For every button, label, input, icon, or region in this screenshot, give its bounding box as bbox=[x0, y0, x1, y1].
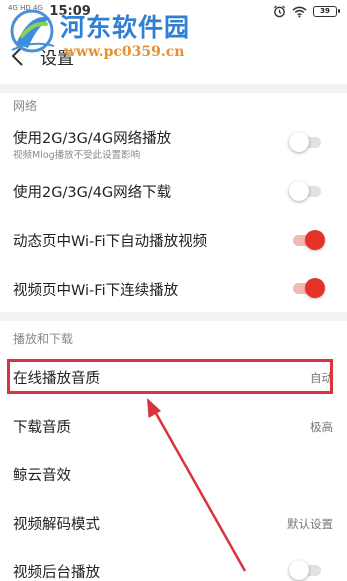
setting-value: 默认设置 bbox=[287, 517, 333, 531]
setting-label: 下载音质 bbox=[13, 420, 71, 436]
back-arrow-icon[interactable] bbox=[8, 44, 28, 68]
video-continuous-toggle[interactable] bbox=[289, 278, 325, 298]
battery-indicator: 39 bbox=[313, 6, 340, 17]
setting-label: 动态页中Wi-Fi下自动播放视频 bbox=[13, 234, 208, 250]
setting-sublabel: 视频Mlog播放不受此设置影响 bbox=[13, 150, 141, 161]
setting-label: 使用2G/3G/4G网络播放 bbox=[13, 131, 172, 147]
setting-row-video-decode[interactable]: 视频解码模式 默认设置 bbox=[0, 500, 347, 546]
setting-label: 鲸云音效 bbox=[13, 468, 71, 484]
status-bar: 4G HD 4G 15:09 39 bbox=[0, 0, 347, 28]
feed-autoplay-toggle[interactable] bbox=[289, 230, 325, 250]
section-title-network: 网络 bbox=[13, 99, 38, 113]
setting-row-mobile-download[interactable]: 使用2G/3G/4G网络下载 bbox=[0, 166, 347, 214]
signal-indicator: 4G HD 4G bbox=[8, 4, 43, 12]
setting-row-background-play[interactable]: 视频后台播放 bbox=[0, 550, 347, 581]
mobile-play-toggle[interactable] bbox=[289, 132, 325, 152]
setting-row-download-quality[interactable]: 下载音质 极高 bbox=[0, 404, 347, 450]
setting-value: 极高 bbox=[310, 420, 333, 434]
status-time: 15:09 bbox=[49, 4, 91, 19]
setting-row-video-continuous[interactable]: 视频页中Wi-Fi下连续播放 bbox=[0, 264, 347, 312]
section-divider bbox=[0, 84, 347, 93]
page-title: 设置 bbox=[40, 49, 74, 69]
setting-row-mobile-play[interactable]: 使用2G/3G/4G网络播放 视频Mlog播放不受此设置影响 bbox=[0, 118, 347, 166]
status-left: 4G HD 4G 15:09 bbox=[8, 4, 91, 19]
setting-row-feed-autoplay[interactable]: 动态页中Wi-Fi下自动播放视频 bbox=[0, 214, 347, 264]
header: 设置 bbox=[0, 28, 347, 84]
background-play-toggle[interactable] bbox=[289, 560, 325, 580]
highlight-box bbox=[7, 359, 333, 394]
status-icons: 39 bbox=[273, 5, 340, 18]
section-divider bbox=[0, 312, 347, 321]
setting-label: 视频页中Wi-Fi下连续播放 bbox=[13, 283, 179, 299]
setting-label: 视频解码模式 bbox=[13, 517, 100, 533]
setting-label: 视频后台播放 bbox=[13, 565, 100, 581]
setting-row-sound-effect[interactable]: 鲸云音效 bbox=[0, 450, 347, 498]
setting-label: 使用2G/3G/4G网络下载 bbox=[13, 185, 172, 201]
mobile-download-toggle[interactable] bbox=[289, 181, 325, 201]
wifi-icon bbox=[292, 6, 307, 18]
section-title-playback: 播放和下载 bbox=[13, 332, 74, 346]
alarm-icon bbox=[273, 5, 286, 18]
